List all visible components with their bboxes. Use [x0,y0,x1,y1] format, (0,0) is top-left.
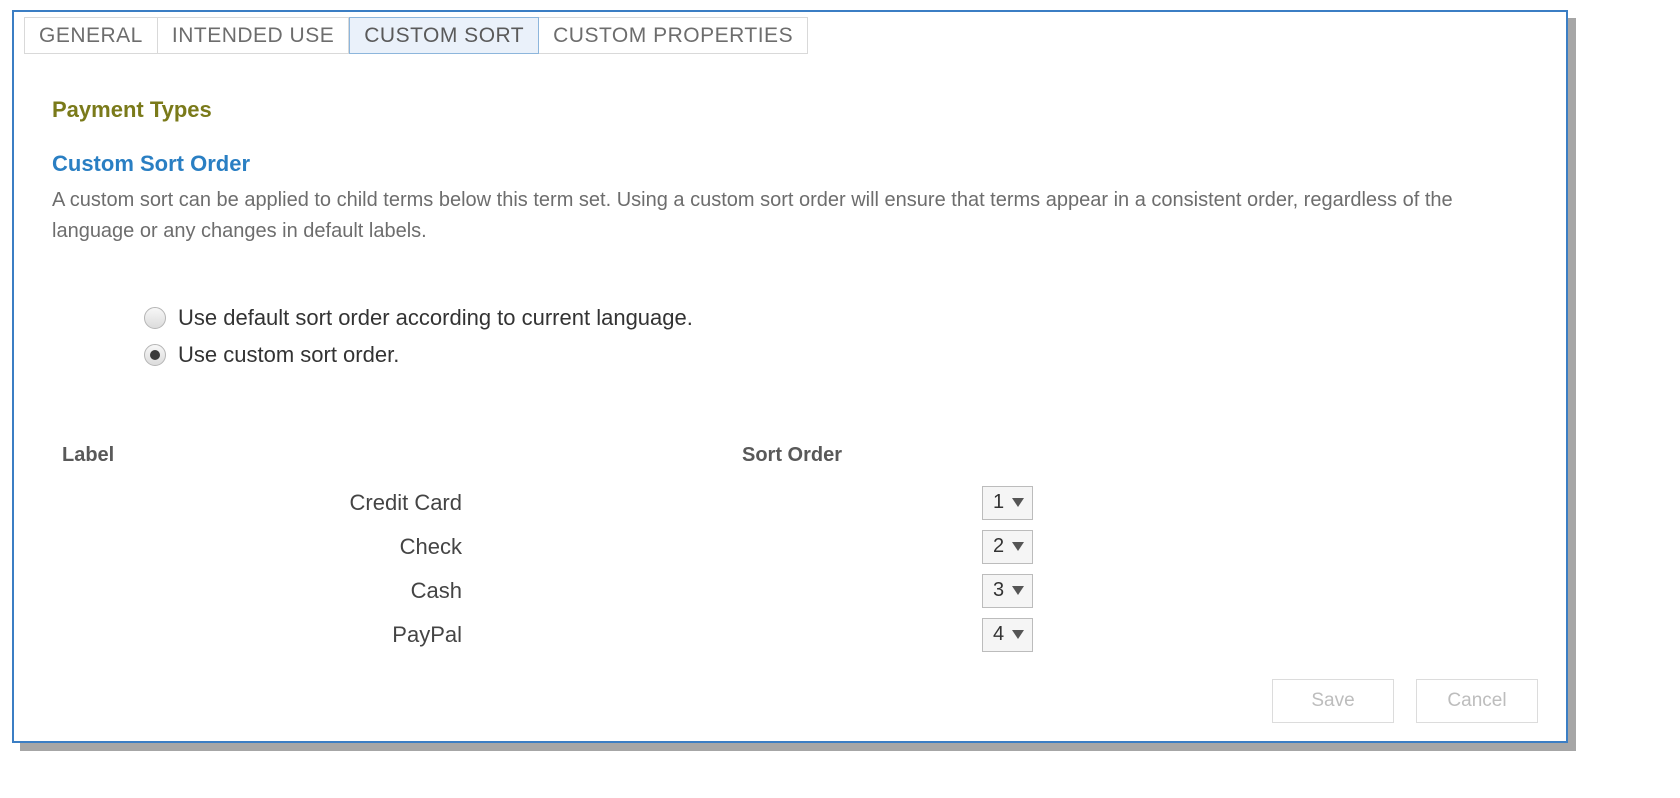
save-button[interactable]: Save [1272,679,1394,723]
tab-bar: GENERAL INTENDED USE CUSTOM SORT CUSTOM … [14,12,1566,55]
sort-order-select[interactable]: 3 [982,574,1033,608]
chevron-down-icon [1012,498,1024,507]
radio-label: Use custom sort order. [178,336,399,373]
select-value: 4 [993,623,1004,646]
tab-intended-use[interactable]: INTENDED USE [158,17,349,54]
settings-panel: GENERAL INTENDED USE CUSTOM SORT CUSTOM … [12,10,1568,743]
tab-general[interactable]: GENERAL [24,17,158,54]
radio-custom-sort[interactable]: Use custom sort order. [144,336,1528,373]
radio-label: Use default sort order according to curr… [178,299,693,336]
section-description: A custom sort can be applied to child te… [52,185,1472,247]
sort-mode-radio-group: Use default sort order according to curr… [144,299,1528,374]
radio-default-sort[interactable]: Use default sort order according to curr… [144,299,1528,336]
chevron-down-icon [1012,630,1024,639]
cancel-button[interactable]: Cancel [1416,679,1538,723]
select-value: 1 [993,491,1004,514]
table-row: PayPal 4 [52,613,1528,657]
column-header-sort-order: Sort Order [742,444,1072,467]
section-title: Custom Sort Order [52,151,1528,177]
radio-icon [144,344,166,366]
sort-order-select[interactable]: 4 [982,618,1033,652]
sort-order-select[interactable]: 2 [982,530,1033,564]
table-row: Credit Card 1 [52,481,1528,525]
term-label: PayPal [52,622,462,648]
select-value: 3 [993,579,1004,602]
page-title: Payment Types [52,97,1528,123]
table-row: Check 2 [52,525,1528,569]
term-label: Credit Card [52,490,462,516]
tab-custom-sort[interactable]: CUSTOM SORT [349,17,539,54]
term-label: Check [52,534,462,560]
radio-icon [144,307,166,329]
chevron-down-icon [1012,542,1024,551]
chevron-down-icon [1012,586,1024,595]
table-row: Cash 3 [52,569,1528,613]
term-label: Cash [52,578,462,604]
sort-order-select[interactable]: 1 [982,486,1033,520]
tab-custom-properties[interactable]: CUSTOM PROPERTIES [539,17,808,54]
select-value: 2 [993,535,1004,558]
column-header-label: Label [52,444,742,467]
